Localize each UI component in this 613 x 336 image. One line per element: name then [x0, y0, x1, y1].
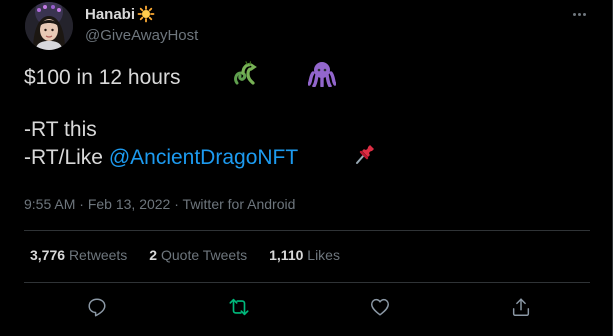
pushpin-emoji-icon — [306, 114, 377, 202]
share-icon[interactable] — [508, 294, 534, 320]
tweet-line-2: -RT this — [24, 118, 97, 141]
tweet-line: $100 in 12 hours — [24, 61, 377, 92]
user-handle[interactable]: @GiveAwayHost — [85, 27, 198, 44]
tweet-date[interactable]: Feb 13, 2022 — [88, 196, 171, 212]
tweet-line: -RT/Like @AncientDragoNFT — [24, 144, 377, 172]
meta-separator: · — [170, 196, 183, 212]
tweet-time[interactable]: 9:55 AM — [24, 196, 75, 212]
mention-link[interactable]: @AncientDragoNFT — [109, 144, 298, 172]
octopus-emoji-icon — [261, 33, 337, 123]
retweets-stat[interactable]: 3,776 Retweets — [30, 247, 127, 263]
likes-count: 1,110 — [269, 247, 304, 263]
likes-stat[interactable]: 1,110 Likes — [269, 247, 340, 263]
like-icon[interactable] — [367, 294, 393, 320]
retweets-label: Retweets — [68, 247, 128, 263]
tweet-actions — [0, 292, 613, 322]
meta-separator: · — [75, 196, 88, 212]
tweet-stats: 3,776 Retweets 2 Quote Tweets 1,110 Like… — [30, 247, 340, 263]
dragon-emoji-icon — [184, 33, 258, 123]
divider — [24, 230, 590, 231]
name-row: Hanabi — [85, 4, 198, 24]
quote-tweets-stat[interactable]: 2 Quote Tweets — [149, 247, 247, 263]
sun-emoji-icon — [137, 5, 155, 23]
display-name[interactable]: Hanabi — [85, 6, 135, 23]
quote-tweets-count: 2 — [149, 247, 158, 263]
more-icon[interactable] — [568, 6, 590, 22]
likes-label: Likes — [307, 247, 340, 263]
avatar[interactable] — [25, 2, 73, 50]
author-block: Hanabi @GiveAwayHost — [85, 4, 198, 45]
quote-tweets-label: Quote Tweets — [160, 247, 248, 263]
divider — [24, 282, 590, 283]
reply-icon[interactable] — [84, 294, 110, 320]
retweets-count: 3,776 — [30, 247, 66, 263]
tweet-line-1: $100 in 12 hours — [24, 66, 181, 89]
tweet-meta: 9:55 AM · Feb 13, 2022 · Twitter for And… — [24, 196, 295, 212]
tweet-source[interactable]: Twitter for Android — [183, 196, 296, 212]
tweet-card: Hanabi @GiveAwayHost $100 in 12 hours -R… — [0, 0, 613, 336]
tweet-text: $100 in 12 hours -RT this -RT/Like @Anci… — [24, 61, 377, 172]
tweet-line-3-prefix: -RT/Like — [24, 146, 109, 169]
retweet-icon[interactable] — [226, 294, 252, 320]
